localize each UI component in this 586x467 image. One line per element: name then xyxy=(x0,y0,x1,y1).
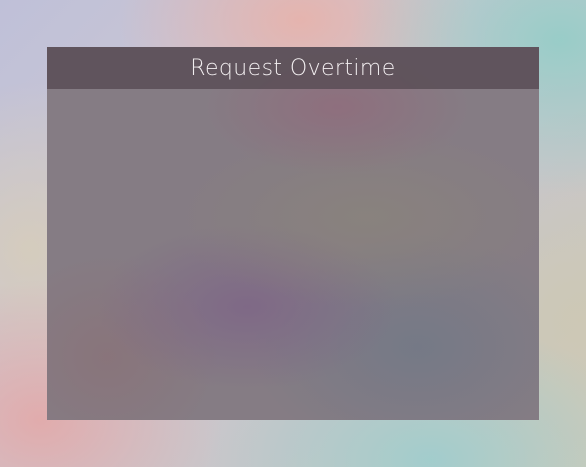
dialog-title: Request Overtime xyxy=(190,55,396,81)
request-overtime-dialog: Request Overtime xyxy=(47,47,539,420)
dialog-body xyxy=(47,89,539,420)
dialog-header: Request Overtime xyxy=(47,47,539,89)
